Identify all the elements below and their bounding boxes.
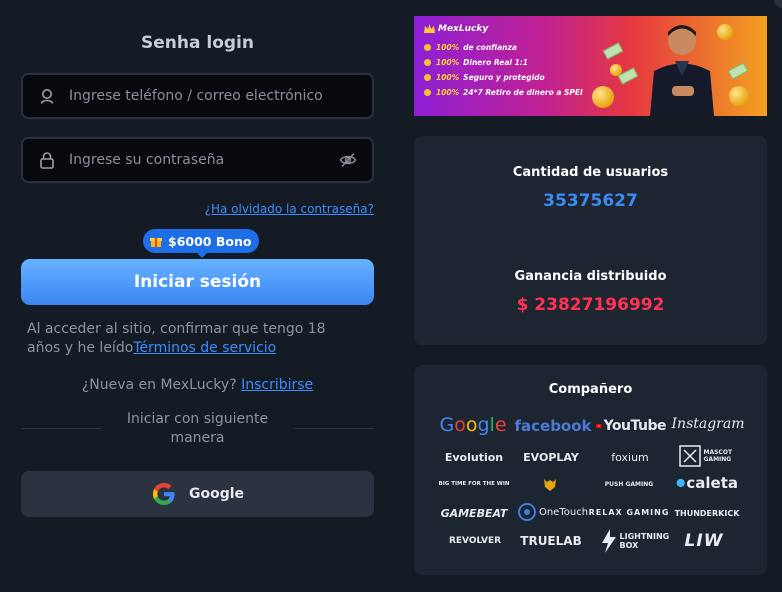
banner-feature-pct: 100%: [436, 43, 460, 52]
mascot-partner-logo: MASCOT GAMING: [678, 443, 734, 469]
caleta-wordmark: caleta: [686, 474, 738, 492]
banner-feature-pct: 100%: [436, 88, 460, 97]
banner-feature-pct: 100%: [436, 73, 460, 82]
gold-coin-icon: [592, 86, 614, 108]
lightning-box-wordmark: LIGHTNING BOX: [619, 532, 670, 550]
forgot-password-link[interactable]: ¿Ha olvidado la contraseña?: [205, 202, 374, 216]
mascot-wordmark: MASCOT GAMING: [703, 449, 733, 463]
onetouch-partner-logo: OneTouch: [516, 501, 590, 523]
banner-feature: 100% de confianza: [424, 40, 583, 55]
crown-icon: [424, 24, 435, 33]
gift-icon: [150, 238, 162, 247]
truelab-partner-logo: TRUELAB: [520, 534, 582, 548]
facebook-partner-logo: facebook: [514, 417, 592, 435]
push-gaming-partner-logo: PUSH GAMING: [604, 480, 654, 488]
money-bill-icon: [602, 42, 624, 60]
tiger-icon: [544, 479, 556, 491]
users-count-value: 35375627: [543, 191, 638, 211]
lock-icon: [37, 150, 57, 170]
big-time-for-the-win-partner-logo: BIG TIME FOR THE WIN: [438, 481, 510, 487]
user-icon: [37, 86, 57, 106]
alt-login-text: Iniciar con siguiente manera: [126, 411, 269, 446]
google-icon: [152, 483, 175, 505]
bonus-label: $6000 Bono: [168, 233, 252, 249]
banner-brand: MexLucky: [438, 24, 489, 34]
partners-title: Compañero: [548, 382, 633, 397]
users-count-label: Cantidad de usuarios: [512, 165, 669, 180]
banner-feature-text: 24*7 Retiro de dinero a SPEI: [463, 88, 583, 97]
divider-right: [294, 428, 374, 429]
instagram-partner-logo: Instagram: [671, 416, 745, 432]
gold-coin-icon: [729, 86, 749, 106]
eye-off-icon[interactable]: [338, 150, 358, 170]
coin-icon: [424, 89, 431, 96]
terms-notice: Al acceder al sitio, confirmar que tengo…: [27, 320, 357, 358]
onetouch-wordmark: OneTouch: [538, 506, 589, 518]
banner-feature: 100% Dinero Real 1:1: [424, 55, 583, 70]
partners-card: Compañero Google facebook YouTube Instag…: [414, 365, 767, 575]
banner-feature-list: 100% de confianza 100% Dinero Real 1:1 100…: [424, 40, 583, 100]
banner-feature-text: Seguro y protegido: [463, 73, 545, 82]
thunderkick-partner-logo: THUNDERKICK: [674, 508, 740, 518]
coin-icon: [424, 59, 431, 66]
banner-feature-text: Dinero Real 1:1: [463, 58, 529, 67]
signup-prompt: ¿Nueva en MexLucky? Inscribirse: [21, 377, 374, 393]
money-bill-icon: [727, 62, 749, 80]
foxium-partner-logo: foxium: [611, 450, 649, 464]
signup-link[interactable]: Inscribirse: [241, 377, 313, 393]
evoplay-partner-logo: EVOPLAY: [523, 450, 579, 464]
youtube-play-icon: [596, 423, 602, 429]
stats-card: Cantidad de usuarios 35375627 Ganancia d…: [414, 136, 767, 345]
youtube-wordmark: YouTube: [603, 418, 667, 434]
google-partner-logo: Google: [439, 414, 507, 436]
google-label: Google: [188, 486, 245, 502]
winnings-value: $ 23827196992: [516, 295, 665, 315]
banner-feature: 100% Seguro y protegido: [424, 70, 583, 85]
google-login-button[interactable]: Google: [21, 471, 374, 517]
bonus-badge: $6000 Bono: [143, 229, 260, 258]
lightning-icon: [601, 529, 616, 553]
login-button[interactable]: Iniciar sesión: [21, 259, 374, 305]
mascot-mask-icon: [678, 445, 701, 467]
onetouch-icon: [517, 503, 536, 521]
coin-icon: [424, 74, 431, 81]
lightning-box-partner-logo: LIGHTNING BOX: [598, 527, 670, 555]
password-field[interactable]: [21, 137, 374, 183]
gold-coin-icon: [610, 64, 622, 76]
phone-email-field[interactable]: [21, 73, 374, 119]
caleta-icon: [676, 478, 685, 488]
password-input[interactable]: [69, 152, 338, 168]
scrollbar-corner: [774, 0, 782, 8]
tiger-partner-logo: [540, 475, 560, 493]
banner-feature-pct: 100%: [436, 58, 460, 67]
winnings-label: Ganancia distribuido: [514, 269, 667, 284]
relax-gaming-partner-logo: RELAX GAMING: [588, 507, 670, 517]
liw-partner-logo: LIW: [684, 531, 724, 551]
phone-email-input[interactable]: [69, 88, 358, 104]
caleta-partner-logo: caleta: [676, 471, 738, 495]
revolver-partner-logo: REVOLVER: [448, 536, 502, 546]
coin-icon: [424, 44, 431, 51]
login-title: Senha login: [141, 33, 254, 53]
signup-text: ¿Nueva en MexLucky?: [81, 377, 237, 393]
banner-feature: 100% 24*7 Retiro de dinero a SPEI: [424, 85, 583, 100]
promoter-portrait-image: [650, 25, 714, 116]
promo-banner[interactable]: MexLucky 100% de confianza 100% Dinero Rea…: [414, 16, 767, 116]
banner-feature-text: de confianza: [463, 43, 517, 52]
gamebeat-partner-logo: GAMEBEAT: [440, 506, 508, 520]
terms-link[interactable]: Términos de servicio: [133, 340, 276, 356]
youtube-partner-logo: YouTube: [596, 415, 667, 437]
divider-left: [21, 428, 101, 429]
evolution-partner-logo: Evolution: [444, 450, 504, 464]
login-panel: Senha login ¿Ha olvidado la contraseña? …: [21, 0, 374, 592]
